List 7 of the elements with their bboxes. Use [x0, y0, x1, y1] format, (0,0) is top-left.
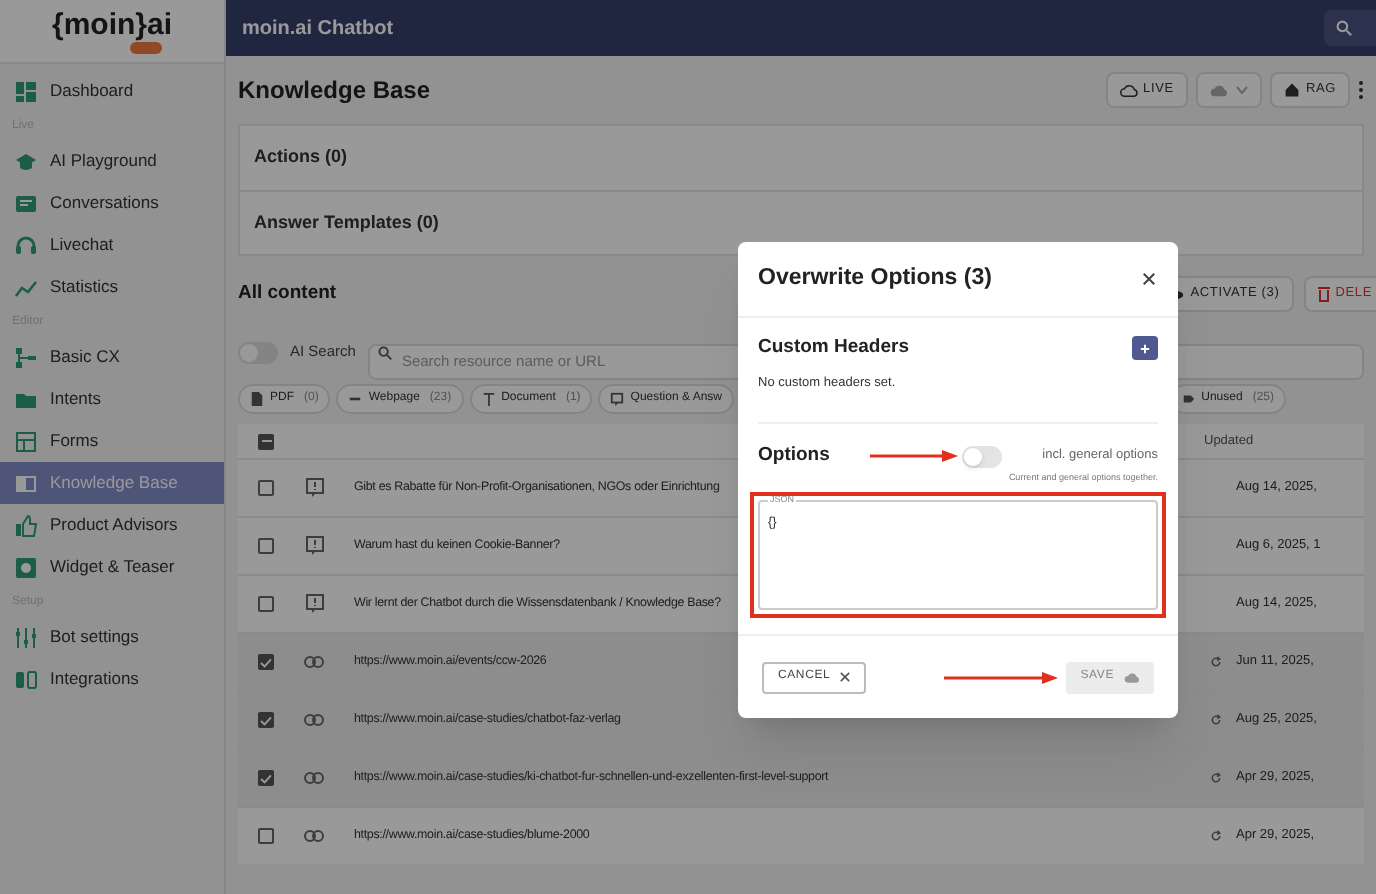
section-title: All content — [238, 279, 337, 308]
section-title: Options — [758, 442, 830, 470]
app-title: moin.ai Chatbot — [242, 15, 394, 43]
page-title: Knowledge Base — [238, 74, 431, 108]
section-title: Custom Headers — [758, 334, 909, 362]
logo: {moin}ai — [51, 9, 172, 39]
dialog-title: Overwrite Options (3) — [758, 263, 992, 294]
